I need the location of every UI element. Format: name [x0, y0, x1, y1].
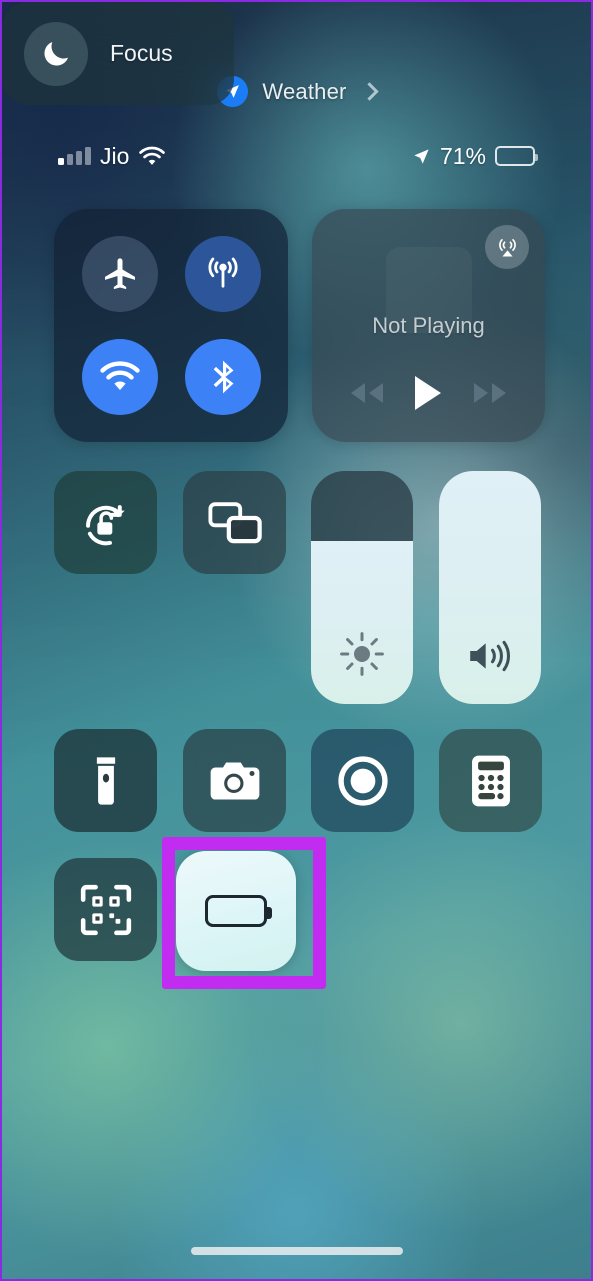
wifi-icon	[99, 361, 140, 390]
location-arrow-icon	[412, 147, 431, 166]
cellular-signal-bars-icon	[58, 147, 91, 165]
camera-button[interactable]	[183, 729, 286, 832]
chevron-right-icon	[359, 82, 379, 101]
screen-mirroring-icon	[207, 501, 262, 543]
speaker-waves-icon	[439, 634, 541, 678]
flashlight-button[interactable]	[54, 729, 157, 832]
calculator-icon	[471, 755, 510, 806]
play-button[interactable]	[412, 374, 444, 412]
volume-slider[interactable]	[439, 471, 541, 704]
cellular-data-button[interactable]	[184, 236, 261, 313]
qr-code-scanner-button[interactable]	[54, 858, 157, 961]
media-controls	[312, 374, 545, 412]
low-power-mode-button[interactable]	[176, 851, 296, 971]
airplane-mode-button[interactable]	[81, 236, 158, 313]
fast-forward-button[interactable]	[469, 380, 511, 406]
moon-icon	[24, 21, 88, 86]
brightness-slider[interactable]	[311, 471, 413, 704]
screen-recording-button[interactable]	[311, 729, 414, 832]
focus-label: Focus	[110, 40, 173, 66]
carrier-label: Jio	[100, 142, 130, 169]
wifi-button[interactable]	[81, 338, 158, 415]
screen-mirroring-button[interactable]	[183, 471, 286, 574]
calculator-button[interactable]	[439, 729, 542, 832]
status-bar-left: Jio	[58, 143, 166, 170]
fast-forward-icon	[473, 383, 506, 403]
airplane-icon	[104, 258, 135, 290]
battery-icon	[205, 895, 272, 927]
battery-low-power-icon	[495, 146, 538, 166]
rewind-button[interactable]	[346, 380, 388, 406]
rewind-icon	[351, 383, 384, 403]
cellular-antenna-icon	[207, 257, 238, 288]
airplay-audio-icon	[498, 238, 516, 256]
record-circle-icon	[337, 755, 388, 806]
now-playing-module: Not Playing	[312, 209, 545, 442]
qr-code-scanner-icon	[80, 884, 131, 935]
bluetooth-icon	[213, 360, 233, 394]
brightness-sun-icon	[311, 630, 413, 678]
rotation-lock-open-icon	[85, 504, 125, 545]
flashlight-icon	[96, 756, 115, 805]
rotation-lock-button[interactable]	[54, 471, 157, 574]
wifi-icon	[138, 146, 166, 167]
control-center-screen: Weather Jio 71% Not Playing Focus	[0, 0, 593, 1281]
brightness-slider-fill	[311, 540, 413, 704]
bluetooth-button[interactable]	[184, 338, 261, 415]
weather-label: Weather	[262, 78, 347, 104]
status-bar: Jio 71%	[2, 139, 591, 173]
battery-percent-label: 71%	[439, 142, 486, 169]
camera-icon	[210, 761, 259, 800]
media-title: Not Playing	[372, 313, 485, 338]
home-indicator[interactable]	[190, 1247, 403, 1255]
play-icon	[415, 376, 442, 410]
connectivity-module	[54, 209, 288, 442]
focus-button[interactable]: Focus	[2, 2, 234, 105]
status-bar-right: 71%	[412, 142, 538, 170]
airplay-button[interactable]	[485, 225, 529, 269]
